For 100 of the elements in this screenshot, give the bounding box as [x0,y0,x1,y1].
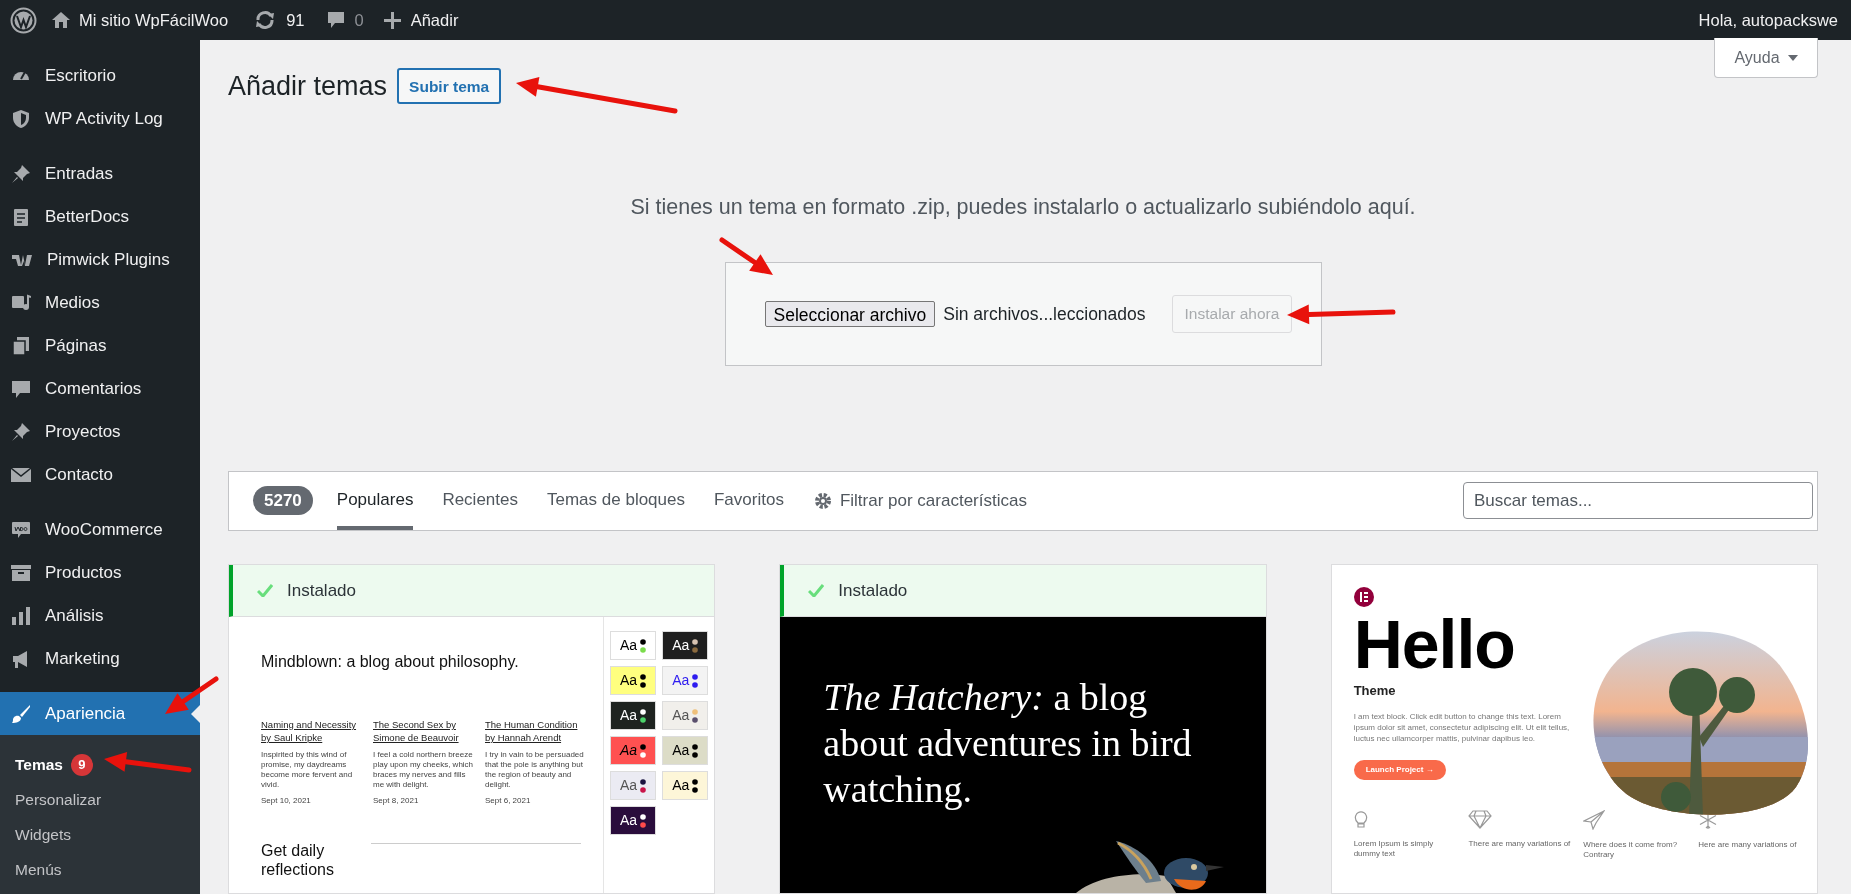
swatch-label: Aa [672,671,690,690]
sidebar-menu-item[interactable]: Análisis [0,594,200,637]
post-title: The Human Condition by Hannah Arendt [485,718,579,744]
help-tab[interactable]: Ayuda [1714,38,1818,78]
count-badge: 9 [70,753,93,776]
theme-preview-subheading: Theme [1353,682,1397,700]
post-date: Sept 10, 2021 [261,795,312,807]
theme-preview-heading: The Hatchery: a blog about adventures in bird watching. [823,675,1193,812]
swatch-label: Aa [620,811,638,830]
post-title: Naming and Necessity by Saul Kripke [261,718,358,744]
filter-tab[interactable]: Recientes [442,473,518,530]
media-icon [11,292,31,313]
check-icon [808,584,825,597]
feature-filter-link[interactable]: Filtrar por características [813,488,1027,514]
new-link[interactable]: Añadir [379,7,463,33]
style-swatch[interactable]: Aa [662,666,709,695]
logo-icon [1353,587,1374,607]
sidebar-menu-item[interactable]: Entradas [0,152,200,195]
swatch-label: Aa [672,741,690,760]
submenu-item[interactable]: Widgets [0,817,200,852]
theme-preview-text: I am text block. Click edit button to change this text. Lorem ipsum dolor sit amet, consectetur adipiscing elit. Ut elit tellus, luctus nec ullamcorper mattis, pulvinar dapibus leo. [1353,710,1571,744]
subscribe-heading: Get daily reflections [261,841,335,879]
swatch-label: Aa [672,776,690,795]
style-swatch[interactable]: Aa [662,701,709,730]
post-date: Sept 6, 2021 [485,795,532,807]
style-swatch[interactable]: Aa [610,701,657,730]
filter-tab[interactable]: Populares [336,473,414,530]
account-link[interactable]: Hola, autopackswe [1698,7,1838,33]
sidebar-menu-item[interactable]: WooCommerce [0,508,200,551]
style-swatch[interactable]: Aa [610,806,657,835]
page-title: Añadir temas [228,70,388,103]
style-swatch[interactable]: Aa [610,631,657,660]
comments-link[interactable]: 0 [322,7,368,33]
style-swatch[interactable]: Aa [662,631,709,660]
submenu-item[interactable]: Menús [0,852,200,887]
choose-file-button[interactable]: Seleccionar archivo [764,300,936,327]
color-dots-icon [640,743,647,758]
upload-theme-button[interactable]: Subir tema [397,68,502,105]
theme-count-badge: 5270 [253,486,313,516]
brush-icon [11,703,31,724]
filter-tab[interactable]: Favoritos [714,473,784,530]
style-swatch[interactable]: Aa [662,736,709,765]
pin-icon [11,421,31,442]
dropdown-triangle-icon [1787,54,1798,61]
updates-link[interactable]: 91 [250,7,309,33]
home-icon [51,11,71,29]
diamond-icon [1468,809,1493,829]
swatch-label: Aa [620,636,638,655]
post-title: The Second Sex by Simone de Beauvoir [373,718,460,744]
style-swatch[interactable]: Aa [610,771,657,800]
color-dots-icon [692,673,699,688]
bubble-icon [11,520,31,539]
theme-card[interactable] [228,564,716,894]
color-dots-icon [692,778,699,793]
filter-tab[interactable]: Temas de bloques [547,473,685,530]
swatch-label: Aa [672,706,690,725]
search-field[interactable]: Buscar temas... [1463,482,1813,520]
color-dots-icon [692,708,699,723]
pages-icon [11,335,31,356]
sidebar-menu-item[interactable]: Proyectos [0,410,200,453]
post-excerpt: I try in vain to be persuaded that the pole is anything but the region of beauty and delight. [485,750,585,790]
speech-bubble-icon [326,10,345,30]
theme-card[interactable] [1330,564,1818,894]
sidebar-menu-item[interactable]: Medios [0,281,200,324]
pin-icon [11,163,31,184]
swatch-label: Aa [620,741,638,760]
style-swatch[interactable]: Aa [662,771,709,800]
swatch-label: Aa [620,776,638,795]
sidebar-menu-item[interactable]: Pimwick Plugins [0,238,200,281]
sidebar-menu-item[interactable]: Apariencia [0,692,200,735]
file-status-text: Sin archivos...leccionados [943,302,1146,326]
wordpress-logo-icon[interactable] [10,6,37,34]
bar-chart-icon [11,605,31,626]
submenu-item[interactable]: Personalizar [0,782,200,817]
color-dots-icon [640,673,647,688]
color-dots-icon [692,743,699,758]
color-dots-icon [640,813,647,828]
theme-card[interactable]: Instalado The Hatchery: a blog about adventures in bird watching. [779,564,1267,894]
sidebar-menu-item[interactable]: Comentarios [0,367,200,410]
sidebar-menu-item[interactable]: WP Activity Log [0,97,200,140]
post-excerpt: I feel a cold northern breeze play upon my cheeks, which braces my nerves and fills me with delight. [373,750,475,790]
sidebar-menu-item[interactable]: Contacto [0,453,200,496]
swatch-label: Aa [620,671,638,690]
color-dots-icon [640,708,647,723]
annotation-arrow [165,676,219,714]
sidebar-menu-item[interactable]: Escritorio [0,54,200,97]
feature-text: Here are many variations of [1698,839,1798,850]
style-swatch[interactable]: Aa [610,666,657,695]
style-swatch[interactable]: Aa [610,736,657,765]
sidebar-menu-item[interactable]: Páginas [0,324,200,367]
sidebar-menu-item[interactable]: BetterDocs [0,195,200,238]
refresh-icon [254,10,277,30]
sidebar-menu-item[interactable]: Productos [0,551,200,594]
site-link[interactable]: Mi sitio WpFácilWoo [47,0,233,40]
theme-preview-heading: Mindblown: a blog about philosophy. [261,652,520,672]
post-date: Sept 8, 2021 [373,795,420,807]
sidebar-menu-item[interactable]: Marketing [0,637,200,680]
theme-preview-heading: Hello [1353,609,1516,679]
light-bulb-icon [1353,809,1368,829]
submenu-item[interactable]: Temas 9 [0,747,200,782]
